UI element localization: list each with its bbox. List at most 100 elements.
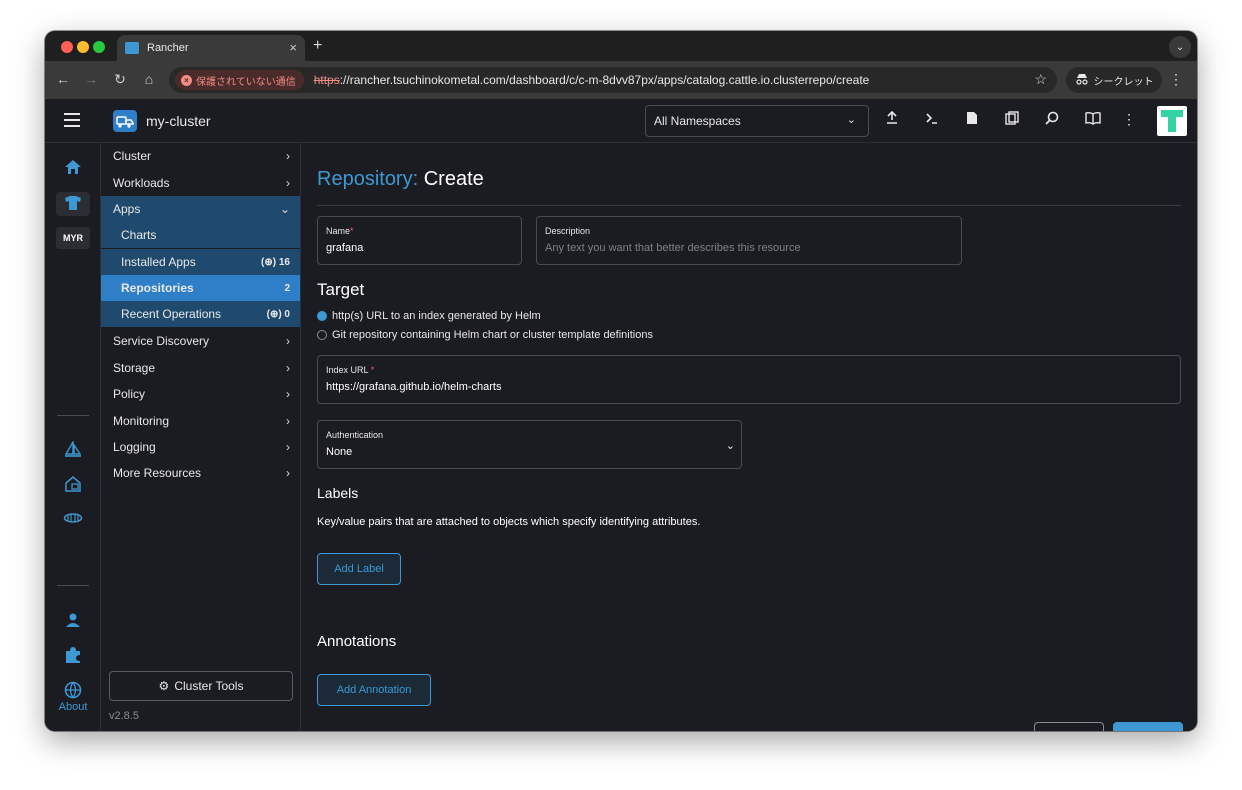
index-url-label: Index URL * [326,365,375,375]
namespace-select-value: All Namespaces [654,114,741,128]
sidebar-item-policy[interactable]: Policy › [101,381,300,407]
cluster-name: my-cluster [146,113,211,129]
minimize-window-button[interactable] [77,41,89,53]
index-url-field[interactable]: Index URL * https://grafana.github.io/he… [317,355,1181,404]
incognito-indicator[interactable]: シークレット [1066,67,1162,93]
add-label-button[interactable]: Add Label [317,553,401,585]
chevron-down-icon: ⌄ [279,202,290,216]
back-button[interactable]: ← [54,71,72,87]
extensions-puzzle-icon[interactable] [61,646,85,668]
index-url-value: https://grafana.github.io/helm-charts [326,381,502,393]
close-window-button[interactable] [61,41,73,53]
home-icon[interactable] [61,159,85,181]
labels-description: Key/value pairs that are attached to obj… [317,516,701,528]
security-indicator[interactable]: × 保護されていない通信 [175,70,304,90]
import-yaml-icon[interactable] [882,110,902,131]
kubectl-shell-icon[interactable] [922,111,942,131]
sidebar-item-charts[interactable]: Charts [101,222,300,248]
rail-cluster-myr[interactable]: MYR [56,227,90,249]
recent-operations-count: (⊕) 0 [266,308,290,320]
url-text[interactable]: https://rancher.tsuchinokometal.com/dash… [314,73,870,87]
authentication-select[interactable]: Authentication None ⌄ [317,420,742,469]
search-icon[interactable] [1042,111,1062,131]
sidebar-item-service-discovery[interactable]: Service Discovery › [101,328,300,354]
sidebar-item-label: Logging [113,440,156,454]
sidebar-item-apps[interactable]: Apps ⌄ [101,196,300,222]
forward-button[interactable]: → [82,71,100,87]
name-field-value: grafana [326,242,364,254]
docs-book-icon[interactable] [1083,111,1103,131]
sidebar-item-logging[interactable]: Logging › [101,434,300,460]
browser-tab-rancher[interactable]: Rancher × [117,35,305,61]
sidebar-item-label: Service Discovery [113,334,210,348]
main-content: Repository: Create Name* grafana Descrip… [301,143,1197,731]
home-button[interactable]: ⌂ [140,71,158,87]
sidebar-item-label: Workloads [113,176,170,190]
gear-icon: ⚙ [158,679,170,693]
user-avatar[interactable] [1157,106,1187,136]
new-tab-button[interactable]: + [313,37,322,55]
breadcrumb-repository[interactable]: Repository: [317,168,418,190]
page-title: Repository: Create [317,168,484,191]
description-field[interactable]: Description Any text you want that bette… [536,216,962,265]
cancel-button[interactable] [1034,722,1104,731]
security-label: 保護されていない通信 [196,76,296,88]
url-path: ://rancher.tsuchinokometal.com/dashboard… [339,73,870,87]
sidebar-item-workloads[interactable]: Workloads › [101,170,300,196]
bookmark-star-icon[interactable]: ☆ [1034,71,1047,88]
copy-kubeconfig-icon[interactable] [1002,111,1022,131]
maximize-window-button[interactable] [93,41,105,53]
version-label: v2.8.5 [109,710,139,722]
chevron-right-icon: › [286,440,290,454]
chevron-right-icon: › [286,149,290,163]
user-icon[interactable] [61,612,85,634]
tab-search-button[interactable]: ⌄ [1169,36,1191,58]
page-title-action: Create [423,168,484,190]
sidebar-item-cluster[interactable]: Cluster › [101,143,300,169]
repositories-count: 2 [284,282,290,294]
cluster-shirt-icon[interactable] [61,195,85,217]
chrome-menu-icon[interactable]: ⋮ [1169,71,1183,88]
create-button[interactable] [1113,722,1183,731]
target-option-git[interactable]: Git repository containing Helm chart or … [317,329,653,341]
sidebar-item-installed-apps[interactable]: Installed Apps (⊕) 16 [101,249,300,275]
sidebar-item-label: Monitoring [113,414,170,428]
cluster-management-icon[interactable] [61,511,85,533]
name-field-label: Name* [326,226,354,236]
sidebar-item-label: More Resources [113,466,202,480]
address-bar[interactable]: × 保護されていない通信 https://rancher.tsuchinokom… [169,67,1057,93]
target-option-helm[interactable]: http(s) URL to an index generated by Hel… [317,310,541,322]
sidebar-item-label: Apps [113,202,141,216]
virtualization-icon[interactable] [61,475,85,497]
sidebar-item-more-resources[interactable]: More Resources › [101,460,300,486]
more-actions-icon[interactable]: ⋮ [1119,111,1139,131]
tab-close-icon[interactable]: × [289,40,297,55]
chevron-right-icon: › [286,387,290,401]
fleet-sailboat-icon[interactable] [61,439,85,463]
sidebar-item-label: Storage [113,361,156,375]
namespace-select[interactable]: All Namespaces ⌄ [645,105,869,137]
installed-apps-count: (⊕) 16 [261,256,290,268]
cluster-tools-button[interactable]: ⚙ Cluster Tools [109,671,293,701]
sidebar-item-repositories[interactable]: Repositories 2 [101,275,300,301]
warning-icon: × [181,74,192,86]
about-link[interactable]: About [45,701,101,713]
divider [317,205,1181,206]
sidebar-item-recent-operations[interactable]: Recent Operations (⊕) 0 [101,301,300,327]
chevron-down-icon: ⌄ [725,440,735,452]
tab-title: Rancher [147,42,189,54]
hamburger-menu-icon[interactable] [64,113,80,127]
globe-icon[interactable] [61,681,85,703]
cluster-badge-icon [113,110,137,132]
download-kubeconfig-icon[interactable] [962,111,982,131]
radio-selected[interactable] [317,311,327,321]
sidebar-item-storage[interactable]: Storage › [101,355,300,381]
reload-button[interactable]: ↻ [111,71,129,88]
sidebar-item-label: Recent Operations [121,307,222,321]
chevron-right-icon: › [286,466,290,480]
name-field[interactable]: Name* grafana [317,216,522,265]
radio-unselected[interactable] [317,330,327,340]
sidebar-item-monitoring[interactable]: Monitoring › [101,408,300,434]
rail-divider [57,415,89,416]
add-annotation-button[interactable]: Add Annotation [317,674,431,706]
